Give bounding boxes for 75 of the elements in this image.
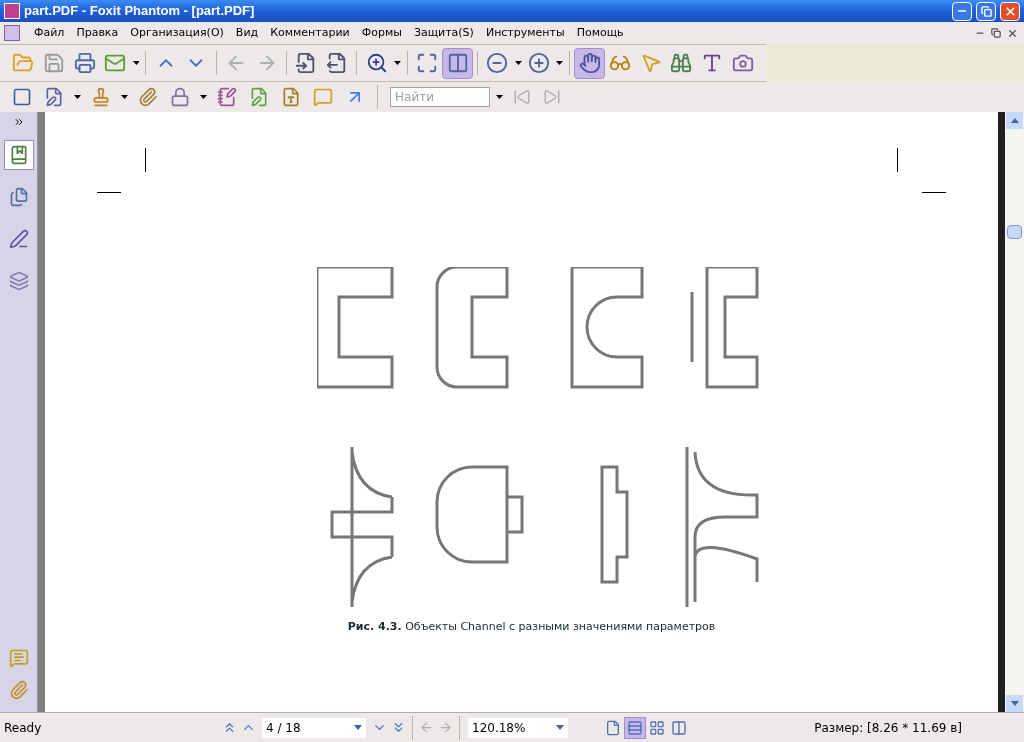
zoom-value-text: 120.18% xyxy=(472,719,526,737)
status-text: Ready xyxy=(3,719,43,737)
menu-item[interactable]: Правка xyxy=(70,24,125,42)
expand-icon xyxy=(12,116,25,128)
binoculars-icon xyxy=(670,52,693,74)
menu-item[interactable]: Вид xyxy=(229,24,265,42)
dropdown-caret-icon[interactable] xyxy=(121,95,128,99)
next-result-icon xyxy=(543,88,561,106)
continuous-facing-icon xyxy=(671,719,687,736)
scroll-thumb[interactable] xyxy=(1007,225,1022,239)
layers-icon xyxy=(8,271,29,291)
pages-icon xyxy=(8,187,29,207)
dropdown-caret-icon[interactable] xyxy=(556,61,564,65)
notepad-icon xyxy=(217,87,237,107)
hand-icon xyxy=(578,52,601,74)
dropdown-caret-icon[interactable] xyxy=(200,95,207,99)
text-box-icon xyxy=(281,87,301,107)
zoom-out-icon xyxy=(486,52,509,74)
envelope-icon xyxy=(104,52,127,74)
toolbar-button[interactable] xyxy=(574,47,605,79)
page-number-field[interactable]: 4 / 18 xyxy=(262,717,366,738)
zoom-field[interactable]: 120.18% xyxy=(468,717,568,738)
menu-item[interactable]: Защита(S) xyxy=(407,24,480,42)
paperclip-icon xyxy=(8,680,29,700)
scroll-up-button[interactable] xyxy=(1006,112,1023,129)
menu-item[interactable]: Организация(O) xyxy=(124,24,230,42)
camera-icon xyxy=(731,52,754,74)
continuous-page-icon xyxy=(627,719,643,736)
rectangle-icon xyxy=(12,87,32,107)
signature-icon xyxy=(8,229,29,249)
forward-icon xyxy=(438,720,453,735)
fit-width-icon xyxy=(446,52,469,74)
view-mode-button[interactable] xyxy=(624,716,646,739)
page-export-icon xyxy=(325,52,348,74)
back-icon xyxy=(419,720,434,735)
menu-item[interactable]: Файл xyxy=(28,24,71,42)
pdf-app-icon xyxy=(4,3,20,19)
printer-icon xyxy=(73,52,96,74)
page-number-text: 4 / 18 xyxy=(266,719,301,737)
dropdown-caret-icon[interactable] xyxy=(496,95,503,99)
dropdown-caret-icon[interactable] xyxy=(132,61,140,65)
padlock-icon xyxy=(170,87,190,107)
stamp-icon xyxy=(91,87,111,107)
window-title: part.PDF - Foxit Phantom - [part.PDF] xyxy=(24,2,256,21)
menu-item[interactable]: Формы xyxy=(355,24,408,42)
zoom-in-icon xyxy=(527,52,550,74)
menu-item[interactable]: Инструменты xyxy=(479,24,571,42)
side-tab[interactable] xyxy=(3,140,34,170)
speech-bubble-icon xyxy=(313,87,333,107)
page-edit-icon xyxy=(249,87,269,107)
dropdown-caret-icon[interactable] xyxy=(514,61,522,65)
search-field[interactable]: Найти xyxy=(390,87,490,107)
single-page-icon xyxy=(605,719,621,736)
figure-caption: Рис. 4.3. Объекты Channel с разными значениями параметров xyxy=(347,619,716,635)
dropdown-caret-icon[interactable] xyxy=(556,725,564,730)
fit-page-icon xyxy=(416,52,439,74)
scroll-down-button[interactable] xyxy=(1006,695,1023,712)
toolbar-button[interactable] xyxy=(442,47,474,79)
vertical-scrollbar[interactable] xyxy=(1005,112,1024,712)
down-triangle-icon[interactable] xyxy=(1010,701,1019,706)
up-triangle-icon[interactable] xyxy=(1010,118,1019,123)
page-size-text: Размер: [8.26 * 11.69 в] xyxy=(814,719,963,737)
paperclip-icon xyxy=(138,87,158,107)
document-icon xyxy=(4,25,20,41)
menu-item[interactable]: Помощь xyxy=(570,24,630,42)
folder-icon xyxy=(12,52,35,74)
dropdown-caret-icon[interactable] xyxy=(74,95,81,99)
previous-result-icon xyxy=(513,88,531,106)
comment-icon xyxy=(8,648,29,668)
menu-item[interactable]: Комментарии xyxy=(264,24,356,42)
dropdown-caret-icon[interactable] xyxy=(354,725,362,730)
facing-pages-icon xyxy=(649,719,665,736)
page-pen-icon xyxy=(44,87,64,107)
dropdown-caret-icon[interactable] xyxy=(393,61,401,65)
zoom-in-icon xyxy=(365,52,388,74)
